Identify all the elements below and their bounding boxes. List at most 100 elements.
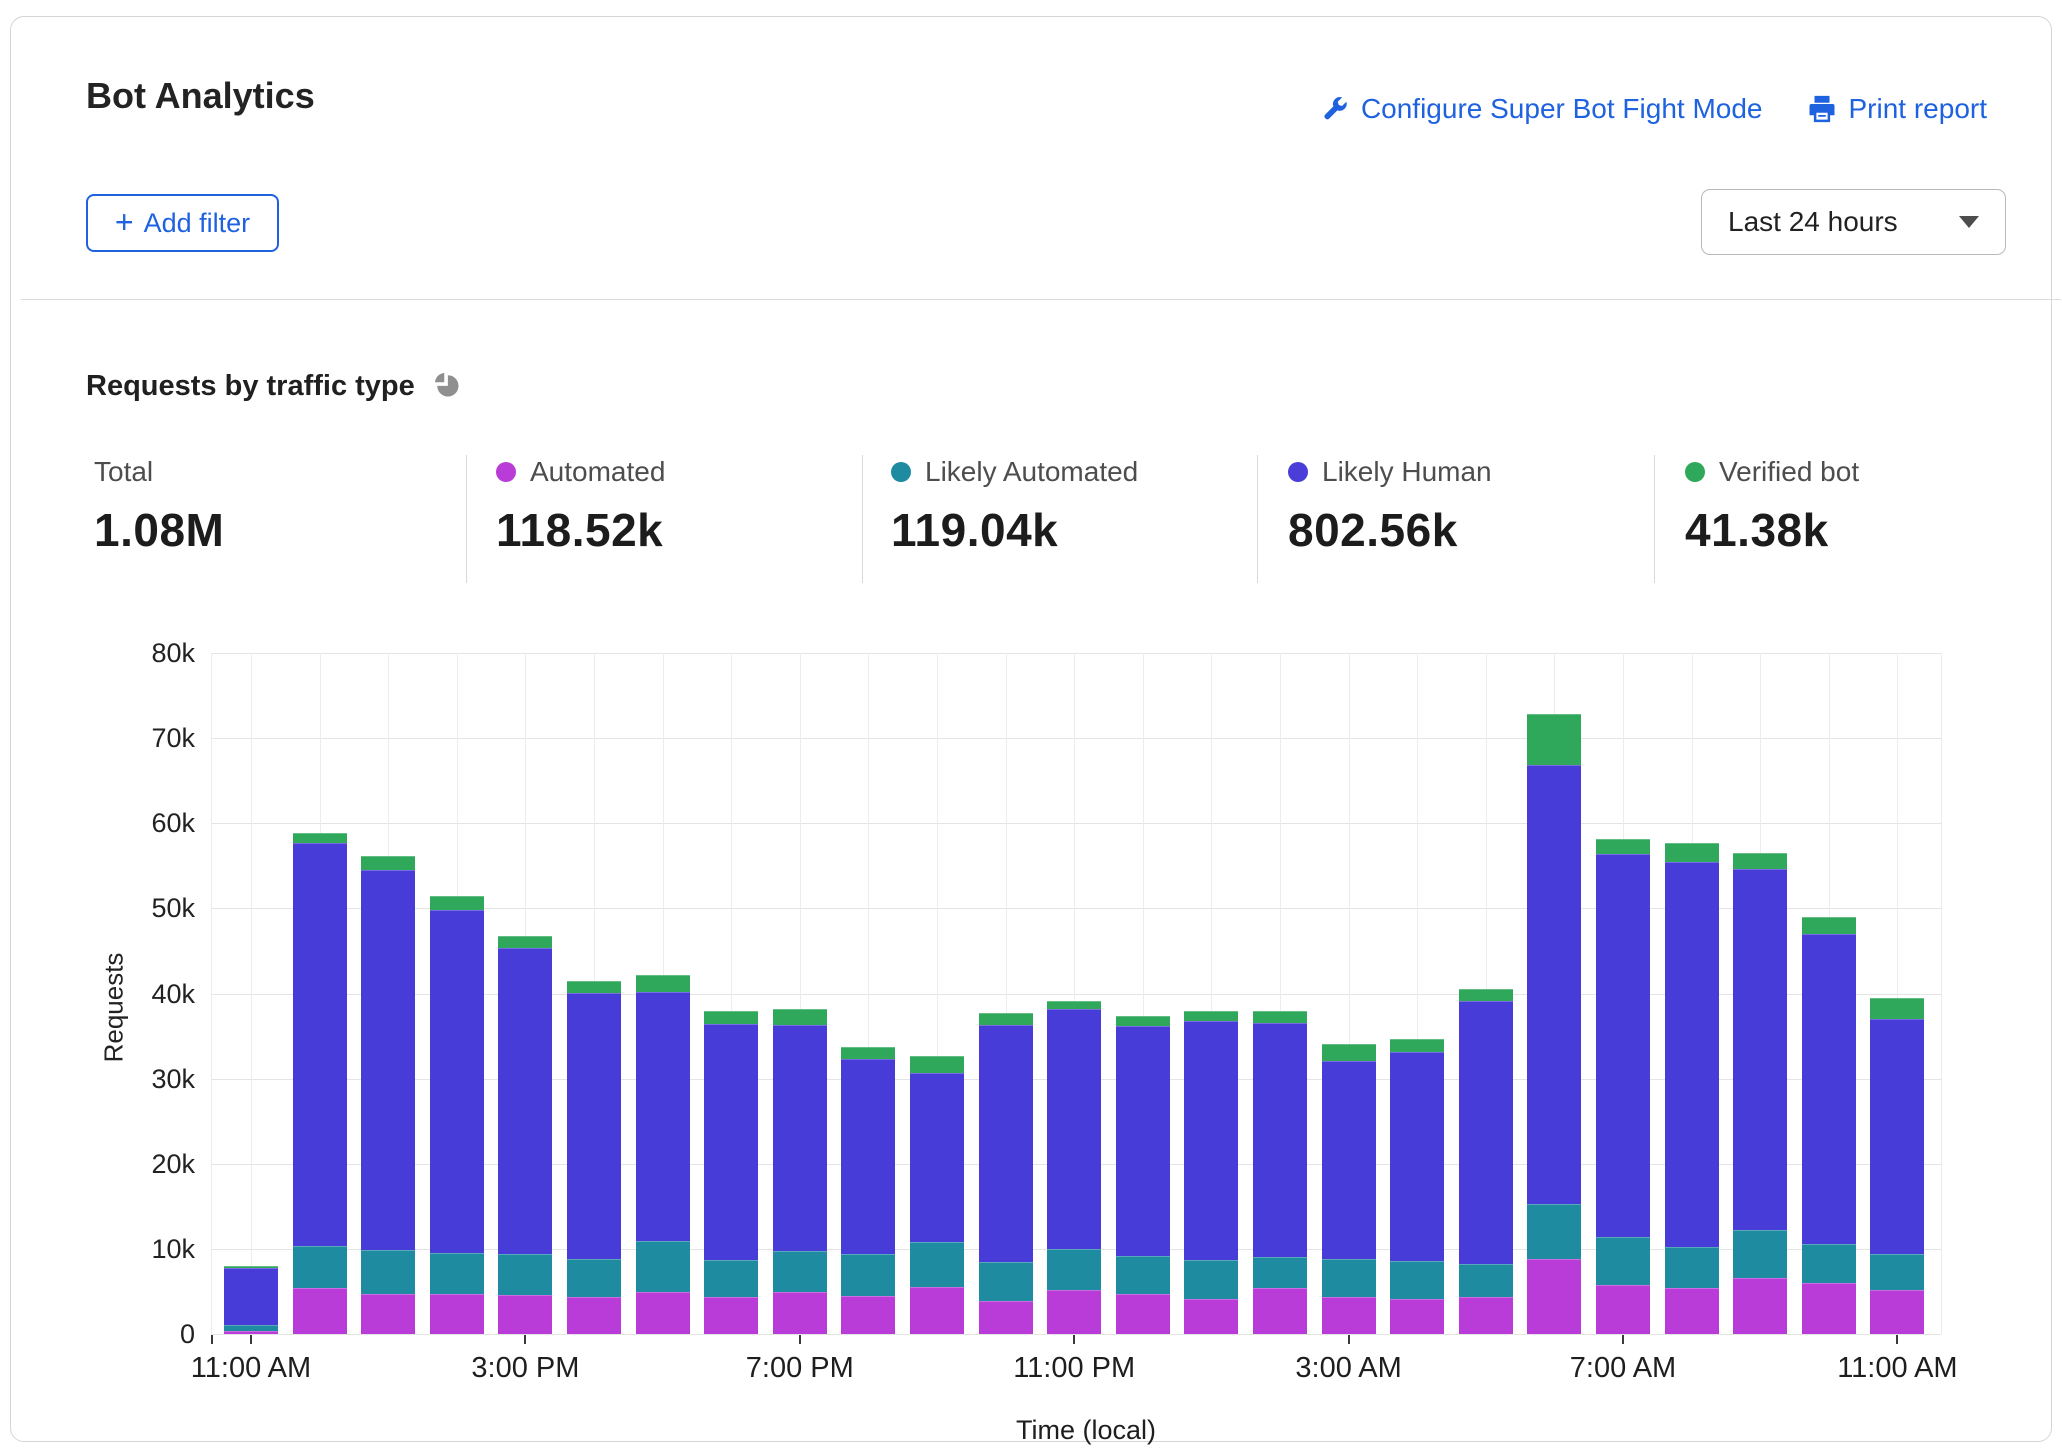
bar-segment-likely-automated[interactable] xyxy=(1116,1256,1170,1294)
bar-segment-verified-bot[interactable] xyxy=(1802,917,1856,934)
bar-segment-verified-bot[interactable] xyxy=(910,1056,964,1072)
bar-segment-automated[interactable] xyxy=(1390,1299,1444,1334)
bar-segment-likely-automated[interactable] xyxy=(773,1251,827,1293)
bar-segment-verified-bot[interactable] xyxy=(1390,1039,1444,1053)
bar-segment-likely-human[interactable] xyxy=(1870,1019,1924,1254)
bar-segment-likely-automated[interactable] xyxy=(293,1246,347,1288)
bar-segment-verified-bot[interactable] xyxy=(567,981,621,993)
bar-segment-automated[interactable] xyxy=(1459,1297,1513,1334)
bar-segment-likely-automated[interactable] xyxy=(1047,1249,1101,1290)
bar-segment-likely-human[interactable] xyxy=(1253,1023,1307,1257)
bar-segment-automated[interactable] xyxy=(1253,1288,1307,1334)
bar-segment-likely-automated[interactable] xyxy=(498,1254,552,1295)
bar-segment-verified-bot[interactable] xyxy=(1184,1011,1238,1020)
bar-segment-automated[interactable] xyxy=(841,1296,895,1334)
bar-segment-likely-automated[interactable] xyxy=(1527,1204,1581,1259)
bar-segment-automated[interactable] xyxy=(224,1331,278,1334)
bar-segment-verified-bot[interactable] xyxy=(1047,1001,1101,1009)
bar-segment-likely-human[interactable] xyxy=(979,1025,1033,1262)
bar-segment-automated[interactable] xyxy=(1047,1290,1101,1334)
bar-segment-verified-bot[interactable] xyxy=(498,936,552,947)
bar-segment-likely-automated[interactable] xyxy=(1733,1230,1787,1278)
bar-segment-automated[interactable] xyxy=(293,1288,347,1334)
bar-segment-automated[interactable] xyxy=(1322,1297,1376,1334)
bar-segment-verified-bot[interactable] xyxy=(636,975,690,992)
bar-segment-likely-human[interactable] xyxy=(1322,1061,1376,1259)
bar-segment-likely-automated[interactable] xyxy=(910,1242,964,1287)
bar-segment-likely-automated[interactable] xyxy=(1802,1244,1856,1283)
bar-segment-likely-human[interactable] xyxy=(910,1073,964,1242)
bar-segment-verified-bot[interactable] xyxy=(1733,853,1787,869)
bar-segment-likely-human[interactable] xyxy=(1527,765,1581,1203)
bar-segment-automated[interactable] xyxy=(636,1292,690,1334)
bar-segment-verified-bot[interactable] xyxy=(224,1266,278,1269)
bar-segment-likely-human[interactable] xyxy=(361,870,415,1250)
bar-segment-likely-human[interactable] xyxy=(1733,869,1787,1230)
bar-segment-automated[interactable] xyxy=(773,1292,827,1334)
bar-segment-automated[interactable] xyxy=(1184,1299,1238,1334)
bar-segment-likely-human[interactable] xyxy=(773,1025,827,1251)
bar-segment-likely-human[interactable] xyxy=(1459,1001,1513,1264)
bar-segment-verified-bot[interactable] xyxy=(1596,839,1650,853)
bar-segment-verified-bot[interactable] xyxy=(1322,1044,1376,1061)
bar-segment-likely-human[interactable] xyxy=(430,910,484,1253)
bar-segment-likely-automated[interactable] xyxy=(979,1262,1033,1300)
bar-segment-verified-bot[interactable] xyxy=(293,833,347,842)
bar-segment-verified-bot[interactable] xyxy=(1253,1011,1307,1023)
bar-segment-likely-human[interactable] xyxy=(1116,1026,1170,1256)
bar-segment-automated[interactable] xyxy=(361,1294,415,1334)
bar-segment-automated[interactable] xyxy=(1116,1294,1170,1334)
bar-segment-likely-automated[interactable] xyxy=(1184,1260,1238,1299)
bar-segment-verified-bot[interactable] xyxy=(361,856,415,870)
bar-segment-likely-human[interactable] xyxy=(1802,934,1856,1244)
bar-segment-likely-human[interactable] xyxy=(1665,862,1719,1247)
bar-segment-likely-human[interactable] xyxy=(841,1059,895,1254)
bar-segment-automated[interactable] xyxy=(910,1287,964,1334)
bar-segment-likely-human[interactable] xyxy=(224,1268,278,1325)
bar-segment-automated[interactable] xyxy=(430,1294,484,1334)
bar-segment-likely-human[interactable] xyxy=(1390,1052,1444,1261)
bar-segment-likely-human[interactable] xyxy=(498,948,552,1254)
bar-segment-likely-human[interactable] xyxy=(293,843,347,1246)
bar-segment-likely-human[interactable] xyxy=(567,993,621,1259)
bar-segment-likely-automated[interactable] xyxy=(1459,1264,1513,1296)
bar-segment-likely-human[interactable] xyxy=(1047,1009,1101,1249)
bar-segment-verified-bot[interactable] xyxy=(979,1013,1033,1025)
bar-segment-verified-bot[interactable] xyxy=(1116,1016,1170,1025)
bar-segment-likely-automated[interactable] xyxy=(841,1254,895,1296)
bar-segment-likely-automated[interactable] xyxy=(1870,1254,1924,1290)
bar-segment-verified-bot[interactable] xyxy=(1870,998,1924,1019)
bar-segment-likely-human[interactable] xyxy=(1596,854,1650,1237)
bar-segment-likely-automated[interactable] xyxy=(1596,1237,1650,1285)
bar-segment-automated[interactable] xyxy=(1802,1283,1856,1334)
bar-segment-automated[interactable] xyxy=(979,1301,1033,1334)
bar-segment-likely-automated[interactable] xyxy=(224,1325,278,1330)
bar-segment-verified-bot[interactable] xyxy=(1665,843,1719,863)
bar-segment-likely-human[interactable] xyxy=(704,1024,758,1260)
bar-segment-automated[interactable] xyxy=(1527,1259,1581,1334)
bar-segment-automated[interactable] xyxy=(498,1295,552,1334)
bar-segment-likely-automated[interactable] xyxy=(430,1253,484,1294)
bar-segment-likely-human[interactable] xyxy=(636,992,690,1241)
bar-segment-likely-automated[interactable] xyxy=(567,1259,621,1296)
bar-segment-automated[interactable] xyxy=(1665,1288,1719,1334)
bar-segment-verified-bot[interactable] xyxy=(704,1011,758,1024)
bar-segment-verified-bot[interactable] xyxy=(841,1047,895,1059)
bar-segment-likely-automated[interactable] xyxy=(636,1241,690,1292)
bar-segment-verified-bot[interactable] xyxy=(1527,714,1581,765)
bar-segment-likely-human[interactable] xyxy=(1184,1021,1238,1260)
bar-segment-likely-automated[interactable] xyxy=(361,1250,415,1294)
bar-segment-verified-bot[interactable] xyxy=(773,1009,827,1025)
bar-segment-likely-automated[interactable] xyxy=(1322,1259,1376,1296)
bar-segment-verified-bot[interactable] xyxy=(430,896,484,910)
bar-segment-automated[interactable] xyxy=(704,1297,758,1334)
bar-segment-likely-automated[interactable] xyxy=(1253,1257,1307,1288)
bar-segment-verified-bot[interactable] xyxy=(1459,989,1513,1001)
bar-segment-likely-automated[interactable] xyxy=(704,1260,758,1297)
bar-segment-likely-automated[interactable] xyxy=(1390,1261,1444,1299)
bar-segment-automated[interactable] xyxy=(567,1297,621,1334)
bar-segment-automated[interactable] xyxy=(1596,1285,1650,1334)
bar-segment-likely-automated[interactable] xyxy=(1665,1247,1719,1288)
bar-segment-automated[interactable] xyxy=(1733,1278,1787,1334)
bar-segment-automated[interactable] xyxy=(1870,1290,1924,1334)
